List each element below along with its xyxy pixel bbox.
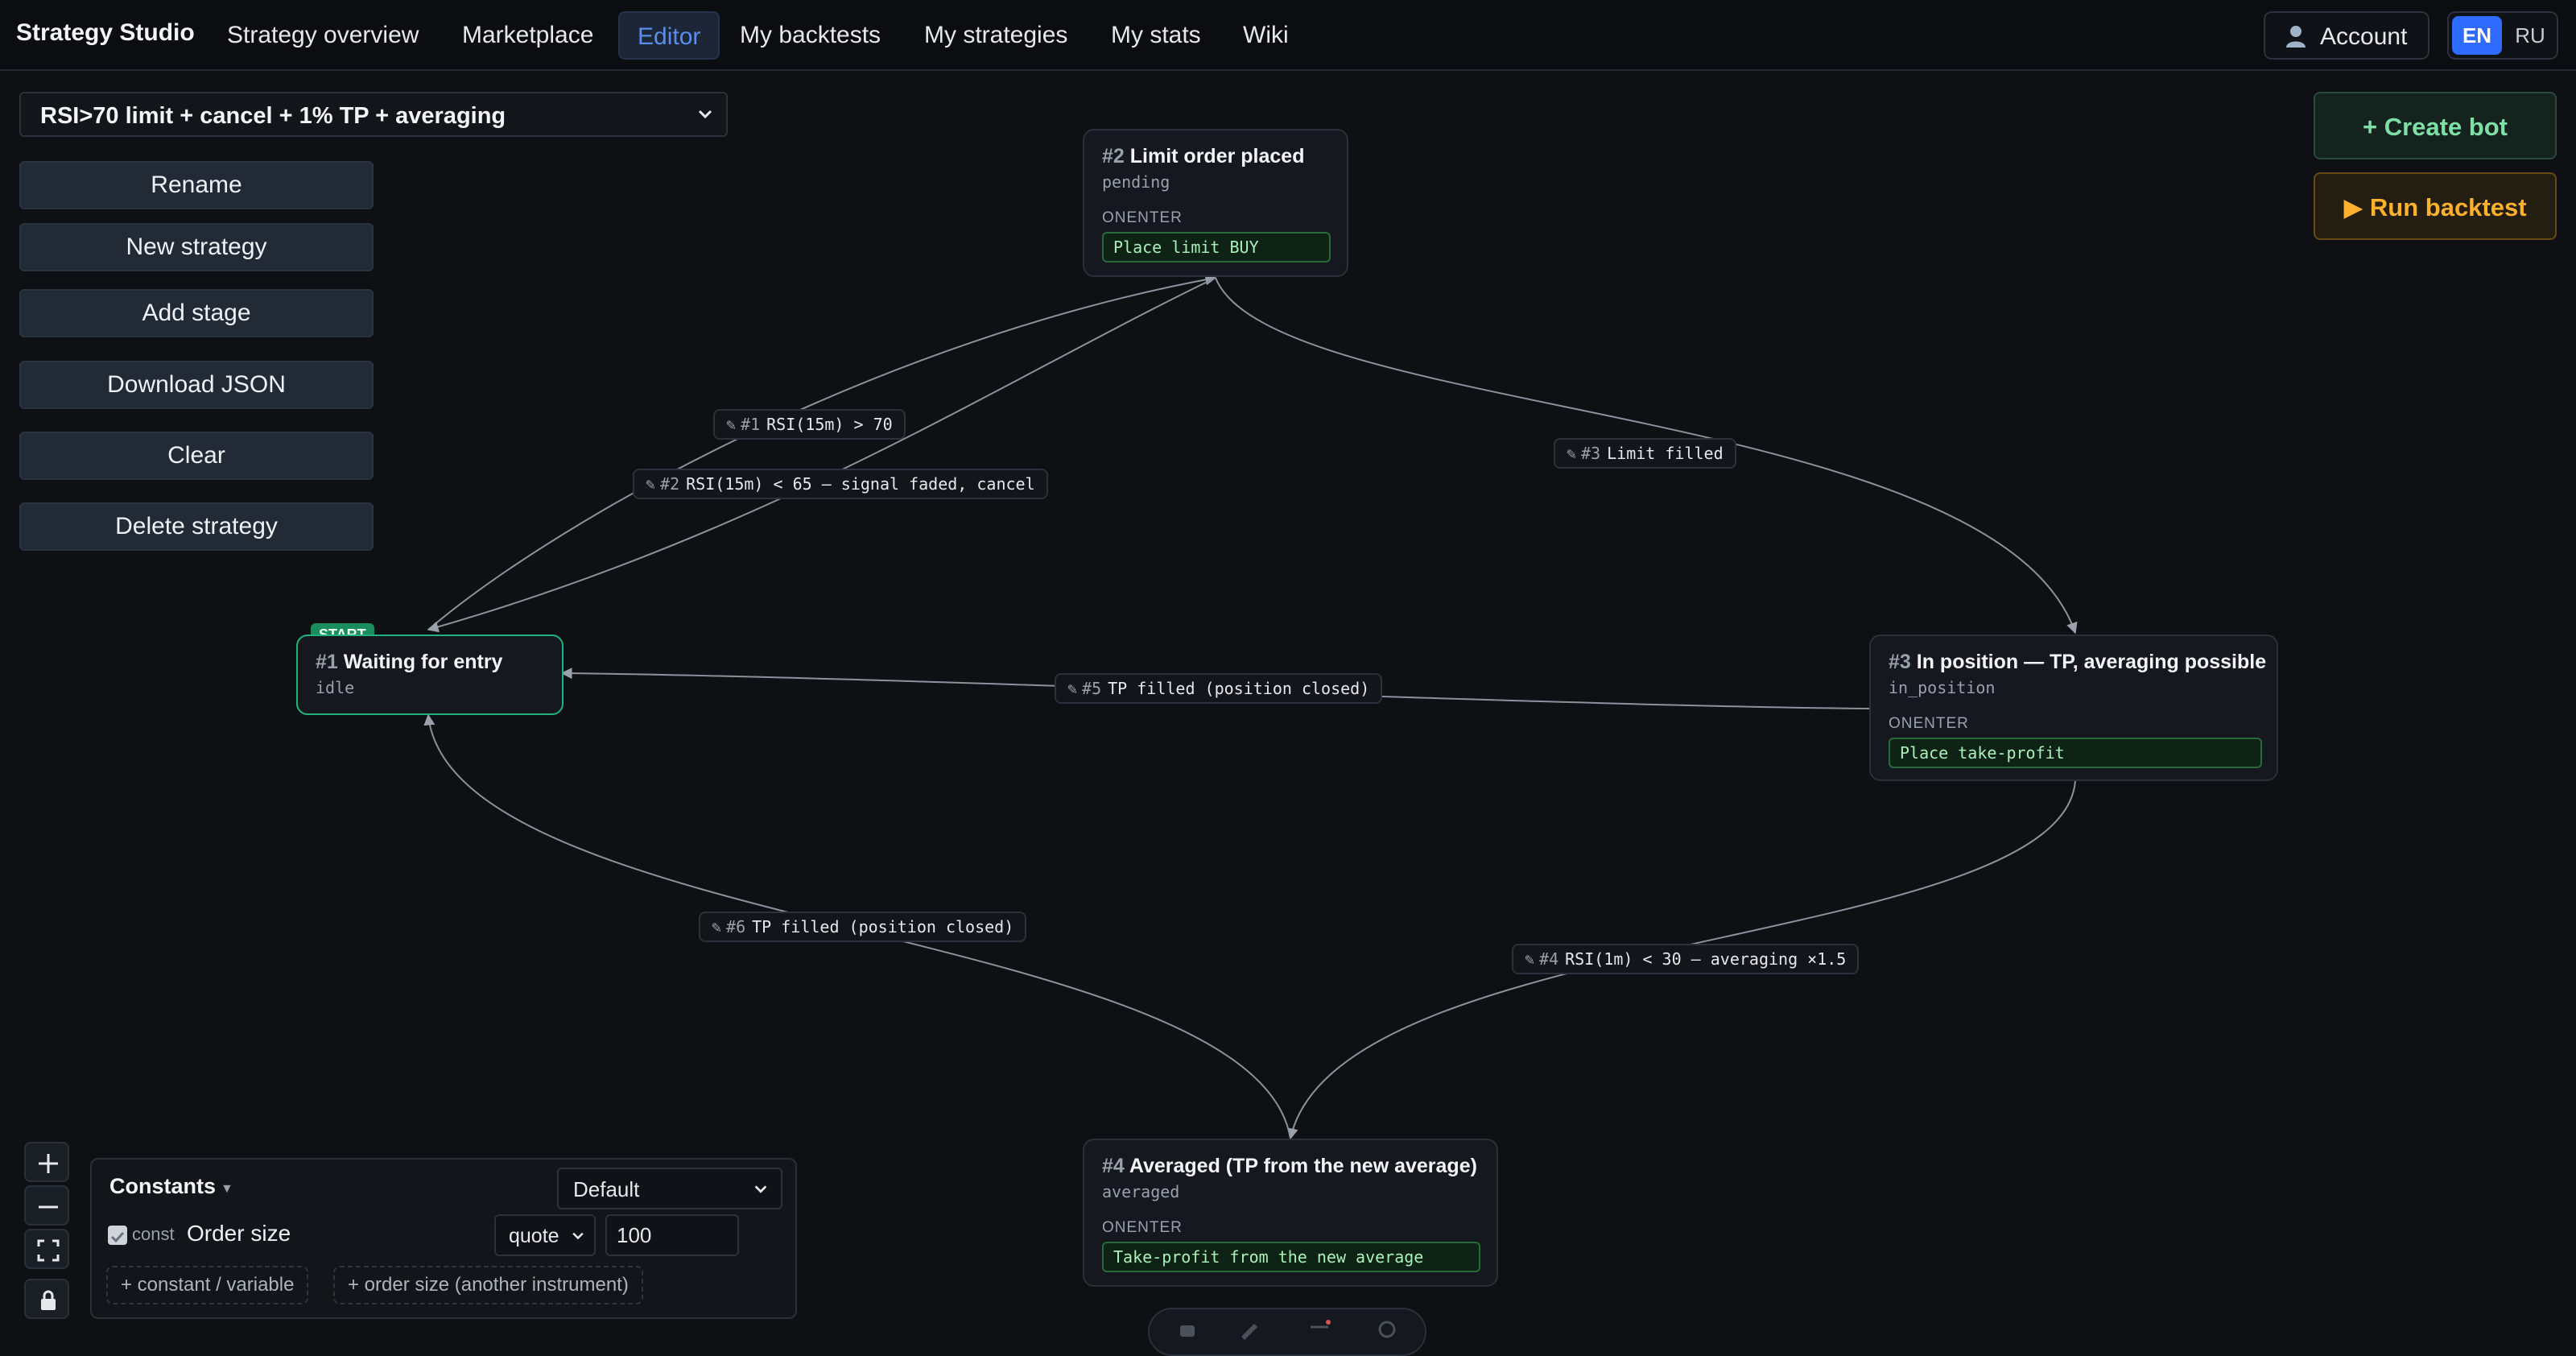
onenter-action[interactable]: Place limit BUY — [1102, 232, 1331, 263]
const-checkbox[interactable] — [108, 1226, 127, 1245]
const-name: Order size — [187, 1221, 291, 1246]
stage-number: #2 — [1102, 145, 1125, 167]
edge-1[interactable] — [427, 274, 1217, 630]
plus-icon — [39, 1154, 58, 1173]
stage-number: #4 — [1102, 1155, 1125, 1177]
stage-title: In position — TP, averaging possible — [1916, 651, 2267, 673]
fit-view-button[interactable] — [24, 1229, 69, 1269]
constants-panel: Constants ▼ Default const Order size quo… — [90, 1158, 797, 1319]
unit-select[interactable]: quote — [494, 1214, 596, 1256]
preset-select[interactable]: Default — [557, 1168, 782, 1209]
zoom-out-button[interactable] — [24, 1185, 69, 1226]
edge-label-3[interactable]: ✎ #3 Limit filled — [1554, 438, 1736, 469]
edge-2[interactable] — [427, 277, 1216, 633]
stage-node-3[interactable]: #3 In position — TP, averaging possible … — [1869, 635, 2278, 781]
onenter-label: ONENTER — [1102, 1219, 1183, 1236]
stage-node-2[interactable]: #2 Limit order placed pending ONENTER Pl… — [1083, 129, 1348, 277]
add-order-size-button[interactable]: + order size (another instrument) — [333, 1266, 643, 1304]
bottom-toolbar — [1148, 1308, 1426, 1356]
edge-label-6[interactable]: ✎ #6 TP filled (position closed) — [699, 912, 1027, 942]
edge-label-2[interactable]: ✎ #2 RSI(15m) < 65 — signal faded, cancel — [633, 469, 1048, 499]
stage-node-1[interactable]: #1 Waiting for entry idle — [296, 635, 564, 715]
pencil-icon: ✎ — [712, 917, 722, 936]
onenter-action[interactable]: Place take-profit — [1889, 738, 2262, 768]
add-constant-button[interactable]: + constant / variable — [106, 1266, 309, 1304]
fullscreen-icon — [37, 1239, 60, 1262]
stage-node-4[interactable]: #4 Averaged (TP from the new average) av… — [1083, 1139, 1498, 1287]
lock-icon — [41, 1290, 56, 1310]
stage-number: #1 — [316, 651, 338, 673]
edge-label-1[interactable]: ✎ #1 RSI(15m) > 70 — [713, 409, 906, 440]
chevron-down-icon — [572, 1232, 584, 1240]
stage-title: Limit order placed — [1129, 145, 1305, 167]
stage-title: Averaged (TP from the new average) — [1129, 1155, 1477, 1177]
stage-state: averaged — [1102, 1182, 1180, 1201]
constants-title[interactable]: Constants — [109, 1174, 216, 1199]
stage-state: in_position — [1889, 678, 1996, 697]
pencil-icon: ✎ — [726, 415, 737, 434]
onenter-label: ONENTER — [1889, 715, 1969, 732]
pencil-icon: ✎ — [1067, 679, 1078, 698]
pencil-icon: ✎ — [1567, 444, 1577, 463]
onenter-action[interactable]: Take-profit from the new average — [1102, 1242, 1480, 1272]
pencil-icon: ✎ — [646, 474, 656, 494]
check-icon — [110, 1231, 125, 1243]
chevron-down-icon — [754, 1185, 767, 1193]
edge-label-5[interactable]: ✎ #5 TP filled (position closed) — [1055, 673, 1383, 704]
minus-icon — [39, 1205, 58, 1209]
lock-view-button[interactable] — [24, 1279, 69, 1319]
const-kind: const — [132, 1224, 175, 1244]
stage-title: Waiting for entry — [343, 651, 503, 673]
zoom-in-button[interactable] — [24, 1142, 69, 1182]
stage-number: #3 — [1889, 651, 1911, 673]
onenter-label: ONENTER — [1102, 209, 1183, 226]
edge-label-4[interactable]: ✎ #4 RSI(1m) < 30 — averaging ×1.5 — [1512, 944, 1860, 974]
stage-state: idle — [316, 678, 355, 697]
caret-down-icon[interactable]: ▼ — [221, 1182, 233, 1197]
const-value-input[interactable]: 100 — [605, 1214, 739, 1256]
stage-state: pending — [1102, 172, 1170, 192]
pencil-icon: ✎ — [1525, 949, 1535, 969]
